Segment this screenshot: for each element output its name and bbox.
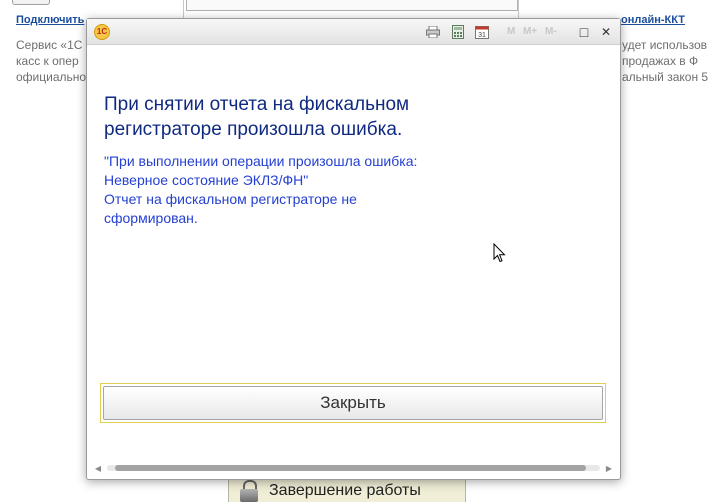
error-detail-line-1: "При выполнении операции произошла ошибк…	[104, 153, 418, 169]
dialog-content: При снятии отчета на фискальном регистра…	[104, 92, 600, 228]
calendar-day: 31	[478, 32, 486, 39]
error-detail-line-4: сформирован.	[104, 210, 198, 226]
background-link-online-kkt[interactable]: онлайн-ККТ	[621, 14, 685, 26]
error-detail-line-3: Отчет на фискальном регистраторе не	[104, 191, 357, 207]
error-detail-line-2: Неверное состояние ЭКЛЗ/ФН"	[104, 172, 309, 188]
memory-button-m[interactable]: M	[507, 25, 515, 39]
background-desc-left-1: Сервис «1С	[16, 38, 83, 52]
close-icon[interactable]: ✕	[597, 23, 615, 41]
scrollbar-thumb[interactable]	[115, 465, 586, 471]
background-desc-left-3: официально	[16, 70, 87, 84]
memory-button-m-minus[interactable]: M-	[545, 25, 557, 39]
calculator-icon[interactable]	[451, 25, 465, 39]
shutdown-button[interactable]: Завершение работы	[228, 479, 466, 502]
memory-button-m-plus[interactable]: M+	[523, 25, 537, 39]
background-top-field	[186, 0, 518, 11]
scroll-right-icon[interactable]: ▶	[604, 462, 614, 474]
horizontal-scrollbar[interactable]: ◀ ▶	[93, 462, 614, 474]
background-desc-left-2: касс к опер	[16, 54, 79, 68]
shutdown-button-label: Завершение работы	[269, 482, 421, 499]
error-title-line-2: регистраторе произошла ошибка.	[104, 119, 403, 140]
dialog-titlebar[interactable]: 1С 31 M M+ M- □ ✕	[87, 19, 620, 45]
close-button-focus-frame: Закрыть	[100, 383, 606, 423]
error-title: При снятии отчета на фискальном регистра…	[104, 92, 600, 142]
calendar-icon[interactable]: 31	[475, 25, 489, 39]
background-top-button[interactable]	[12, 0, 50, 5]
background-desc-right-3: альный закон 5	[622, 70, 709, 84]
background-desc-right-1: удет использов	[622, 38, 707, 52]
background-desc-right-2: продажах в Ф	[622, 54, 699, 68]
scroll-left-icon[interactable]: ◀	[93, 462, 103, 474]
maximize-icon[interactable]: □	[575, 23, 593, 41]
error-dialog: 1С 31 M M+ M- □ ✕ При снятии отчета на ф…	[86, 18, 621, 480]
background-link-connect[interactable]: Подключить	[16, 14, 84, 26]
app-logo-icon[interactable]: 1С	[94, 24, 110, 40]
error-details: "При выполнении операции произошла ошибк…	[104, 152, 600, 228]
print-icon[interactable]	[426, 25, 440, 39]
scrollbar-track[interactable]	[107, 465, 600, 471]
mouse-cursor-icon	[493, 243, 506, 263]
close-button[interactable]: Закрыть	[103, 386, 603, 420]
lock-icon	[239, 480, 259, 502]
error-title-line-1: При снятии отчета на фискальном	[104, 94, 410, 115]
